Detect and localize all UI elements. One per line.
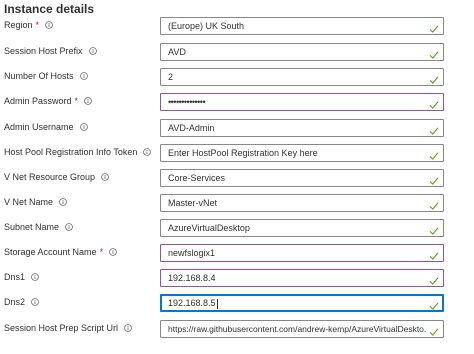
required-marker: * (99, 247, 104, 257)
field-label-text: Session Host Prep Script Url (4, 323, 119, 333)
field-value: Enter HostPool Registration Key here (168, 148, 318, 158)
field-value: •••••••••••••• (168, 97, 206, 107)
vnet-resource-group-input[interactable]: Core-Services (160, 169, 444, 187)
checkmark-icon (429, 47, 439, 59)
form-row-storage-account-name: Storage Account Name * newfslogix1 (0, 243, 474, 263)
form-row-dns1: Dns1 192.168.8.4 (0, 268, 474, 288)
field-label-text: Admin Username (4, 122, 74, 132)
field-value: 2 (168, 72, 174, 82)
checkmark-icon (429, 198, 439, 210)
field-label-text: Subnet Name (4, 222, 60, 232)
subnet-name-input[interactable]: AzureVirtualDesktop (160, 219, 444, 237)
field-value: AVD (168, 47, 186, 57)
form-row-admin-username: Admin Username AVD-Admin (0, 118, 474, 138)
form-row-vnet-resource-group: V Net Resource Group Core-Services (0, 168, 474, 188)
checkmark-icon (429, 248, 439, 260)
field-label: Session Host Prep Script Url (4, 322, 132, 334)
checkmark-icon (429, 173, 439, 185)
section-title: Instance details (4, 2, 95, 16)
form-row-session-host-prefix: Session Host Prefix AVD (0, 42, 474, 62)
form-row-number-of-hosts: Number Of Hosts 2 (0, 67, 474, 87)
field-label: V Net Name (4, 196, 67, 208)
checkmark-icon (429, 148, 439, 160)
field-label-text: Region (4, 20, 33, 30)
form-row-admin-password: Admin Password * •••••••••••••• (0, 92, 474, 112)
field-label: Host Pool Registration Info Token (4, 146, 152, 158)
field-value: AzureVirtualDesktop (168, 223, 250, 233)
required-marker: * (74, 96, 79, 106)
host-pool-token-input[interactable]: Enter HostPool Registration Key here (160, 144, 444, 162)
checkmark-icon (429, 273, 439, 285)
checkmark-icon (429, 21, 439, 33)
form-row-subnet-name: Subnet Name AzureVirtualDesktop (0, 218, 474, 238)
checkmark-icon (429, 298, 439, 310)
field-label-text: Host Pool Registration Info Token (4, 147, 138, 157)
field-label: Subnet Name (4, 221, 73, 233)
field-label: Admin Username (4, 121, 88, 133)
info-icon[interactable] (143, 148, 152, 156)
info-icon[interactable] (59, 198, 67, 206)
field-label: Admin Password * (4, 95, 92, 107)
field-value: AVD-Admin (168, 123, 215, 133)
field-label: Region * (4, 19, 53, 31)
field-value: https://raw.githubusercontent.com/andrew… (168, 324, 426, 334)
info-icon[interactable] (65, 223, 73, 231)
field-label-text: V Net Resource Group (4, 172, 96, 182)
field-label-text: Session Host Prefix (4, 46, 83, 56)
form-row-prep-script-url: Session Host Prep Script Url https://raw… (0, 319, 474, 339)
checkmark-icon (429, 223, 439, 235)
region-select[interactable]: (Europe) UK South (160, 17, 444, 35)
field-label: V Net Resource Group (4, 171, 109, 183)
field-value: (Europe) UK South (168, 21, 245, 31)
field-label: Dns1 (4, 271, 39, 283)
field-label: Storage Account Name * (4, 246, 117, 258)
field-label-text: Number Of Hosts (4, 71, 74, 81)
field-value: 192.168.8.5 (168, 298, 426, 309)
form-row-vnet-name: V Net Name Master-vNet (0, 193, 474, 213)
storage-account-name-input[interactable]: newfslogix1 (160, 244, 444, 262)
required-marker: * (35, 20, 40, 30)
info-icon[interactable] (84, 97, 92, 105)
info-icon[interactable] (79, 123, 88, 131)
checkmark-icon (429, 324, 439, 336)
info-icon[interactable] (88, 47, 97, 55)
info-icon[interactable] (45, 21, 53, 29)
info-icon[interactable] (79, 72, 88, 80)
dns2-input[interactable]: 192.168.8.5 (160, 294, 444, 312)
admin-username-input[interactable]: AVD-Admin (160, 119, 444, 137)
field-label-text: Admin Password (4, 96, 72, 106)
field-label: Session Host Prefix (4, 45, 97, 57)
vnet-name-input[interactable]: Master-vNet (160, 194, 444, 212)
field-label-text: Dns1 (4, 272, 26, 282)
field-label-text: Dns2 (4, 297, 26, 307)
dns1-input[interactable]: 192.168.8.4 (160, 269, 444, 287)
field-value: Core-Services (168, 173, 226, 183)
field-value: 192.168.8.4 (168, 273, 216, 283)
form-row-region: Region * (Europe) UK South (0, 16, 474, 36)
field-value-text: 192.168.8.5 (168, 298, 216, 308)
info-icon[interactable] (31, 273, 39, 281)
info-icon[interactable] (101, 173, 109, 181)
checkmark-icon (429, 123, 439, 135)
info-icon[interactable] (124, 324, 132, 332)
session-host-prefix-input[interactable]: AVD (160, 43, 444, 61)
field-value: Master-vNet (168, 198, 218, 208)
field-label-text: Storage Account Name (4, 247, 97, 257)
form-row-host-pool-token: Host Pool Registration Info Token Enter … (0, 143, 474, 163)
text-cursor (216, 298, 218, 309)
checkmark-icon (429, 97, 439, 109)
field-label-text: V Net Name (4, 197, 54, 207)
admin-password-input[interactable]: •••••••••••••• (160, 93, 444, 111)
field-label: Dns2 (4, 296, 39, 308)
number-of-hosts-input[interactable]: 2 (160, 68, 444, 86)
form-row-dns2: Dns2 192.168.8.5 (0, 293, 474, 313)
field-label: Number Of Hosts (4, 70, 88, 82)
field-value: newfslogix1 (168, 248, 216, 258)
info-icon[interactable] (109, 248, 117, 256)
prep-script-url-input[interactable]: https://raw.githubusercontent.com/andrew… (160, 320, 444, 338)
info-icon[interactable] (31, 298, 39, 306)
checkmark-icon (429, 72, 439, 84)
